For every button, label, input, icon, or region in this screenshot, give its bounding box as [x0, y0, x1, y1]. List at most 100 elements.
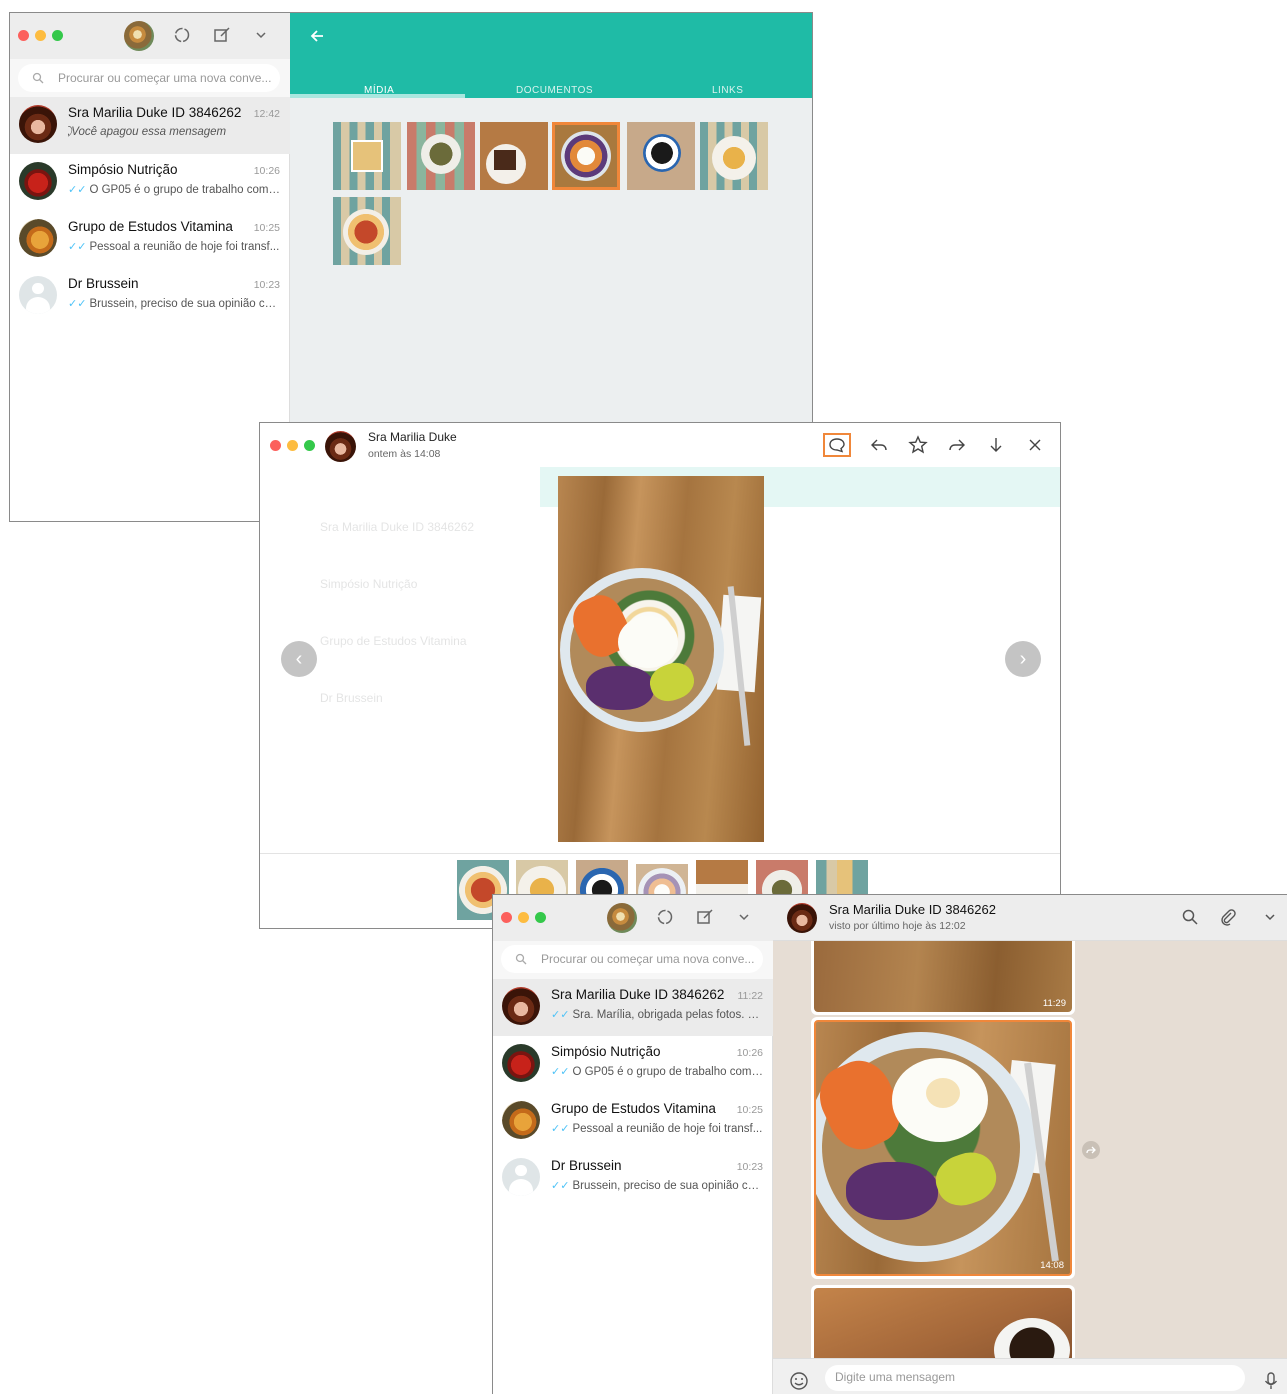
chat-list-item[interactable]: Sra Marilia Duke ID 3846262 12:42 ⃠ Você…	[10, 97, 290, 154]
next-button[interactable]: ›	[1005, 641, 1041, 677]
image-message[interactable]: 11:29	[811, 941, 1075, 1015]
close-window-button[interactable]	[270, 440, 281, 451]
chat-time: 10:25	[253, 222, 280, 234]
maximize-window-button[interactable]	[535, 912, 546, 923]
chat-list-item[interactable]: Grupo de Estudos Vitamina 10:25 ✓✓ Pessoa…	[10, 211, 290, 268]
tab-links[interactable]: LINKS	[712, 85, 743, 96]
contact-avatar[interactable]	[325, 431, 356, 462]
double-check-icon: ✓✓	[68, 298, 87, 310]
my-avatar[interactable]	[607, 903, 637, 933]
chevron-down-icon[interactable]	[1262, 909, 1278, 925]
search-icon	[515, 953, 527, 965]
conversation-panel: Sra Marilia Duke ID 3846262 visto por úl…	[773, 895, 1287, 1394]
tab-documents[interactable]: DOCUMENTOS	[516, 85, 593, 96]
message-input[interactable]: Digite uma mensagem	[825, 1365, 1245, 1391]
window-controls[interactable]	[18, 30, 63, 41]
window-chat: Procurar ou começar uma nova conve... Sr…	[492, 894, 1287, 1394]
chat-name: Dr Brussein	[551, 1158, 622, 1173]
chat-name: Dr Brussein	[68, 276, 139, 291]
window-controls[interactable]	[501, 912, 546, 923]
my-avatar[interactable]	[124, 21, 154, 51]
viewer-divider	[260, 853, 1060, 854]
viewer-contact-name: Sra Marilia Duke	[368, 430, 457, 444]
search-input[interactable]: Procurar ou começar uma nova conve...	[501, 945, 763, 973]
viewer-toolbar	[823, 433, 1046, 457]
message-input-placeholder: Digite uma mensagem	[835, 1370, 956, 1384]
new-chat-icon[interactable]	[212, 25, 232, 45]
status-icon[interactable]	[172, 25, 192, 45]
forward-icon[interactable]	[946, 434, 968, 456]
avatar	[19, 219, 57, 257]
minimize-window-button[interactable]	[287, 440, 298, 451]
image-message[interactable]	[811, 1285, 1075, 1359]
close-icon[interactable]	[1024, 434, 1046, 456]
download-icon[interactable]	[985, 434, 1007, 456]
maximize-window-button[interactable]	[304, 440, 315, 451]
minimize-window-button[interactable]	[518, 912, 529, 923]
paperclip-icon[interactable]	[1219, 908, 1237, 926]
back-arrow-icon[interactable]	[308, 27, 326, 45]
star-icon[interactable]	[907, 434, 929, 456]
avatar	[19, 162, 57, 200]
media-thumbnail[interactable]	[333, 122, 401, 190]
maximize-window-button[interactable]	[52, 30, 63, 41]
chevron-down-icon[interactable]	[253, 27, 269, 43]
emoji-icon[interactable]	[789, 1371, 809, 1391]
double-check-icon: ✓✓	[551, 1180, 570, 1192]
image-message[interactable]: 14:08	[811, 1017, 1075, 1279]
window-controls[interactable]	[270, 440, 315, 451]
media-thumbnail[interactable]	[407, 122, 475, 190]
chat-time: 10:23	[253, 279, 280, 291]
chat-preview-text: Sra. Marília, obrigada pelas fotos. E...	[572, 1009, 763, 1021]
search-input[interactable]: Procurar ou começar uma nova conve...	[18, 64, 280, 92]
window-media-viewer: Sra Marilia Duke ontem às 14:08 Sra Mari…	[259, 422, 1061, 929]
previous-button[interactable]: ‹	[281, 641, 317, 677]
media-thumbnail[interactable]	[700, 122, 768, 190]
search-icon[interactable]	[1181, 908, 1199, 926]
microphone-icon[interactable]	[1263, 1371, 1279, 1391]
left-panel: Procurar ou começar uma nova conve... Sr…	[493, 895, 773, 1394]
message-time: 11:29	[1042, 998, 1066, 1009]
chat-preview-text: Brussein, preciso de sua opinião co...	[89, 298, 280, 310]
comment-icon[interactable]	[823, 433, 851, 457]
chat-list-item[interactable]: Dr Brussein 10:23 ✓✓ Brussein, preciso de…	[493, 1150, 773, 1207]
chat-list-item[interactable]: Simpósio Nutrição 10:26 ✓✓ O GP05 é o gru…	[493, 1036, 773, 1093]
left-panel: Procurar ou começar uma nova conve... Sr…	[10, 13, 290, 521]
double-check-icon: ✓✓	[68, 184, 87, 196]
chat-preview: ✓✓ Pessoal a reunião de hoje foi transf..…	[68, 240, 280, 253]
chat-name: Grupo de Estudos Vitamina	[68, 219, 233, 234]
chat-time: 12:42	[253, 108, 280, 120]
forward-message-icon[interactable]	[1082, 1141, 1100, 1159]
chevron-down-icon[interactable]	[736, 909, 752, 925]
chat-time: 11:22	[737, 990, 764, 1002]
avatar	[502, 1158, 540, 1196]
chat-name: Sra Marilia Duke ID 3846262	[68, 105, 242, 120]
last-seen-status: visto por último hoje às 12:02	[829, 920, 966, 932]
ghost-text: Sra Marilia Duke ID 3846262	[320, 520, 475, 534]
minimize-window-button[interactable]	[35, 30, 46, 41]
media-thumbnail[interactable]	[333, 197, 401, 265]
ghost-text: Simpósio Nutrição	[320, 577, 418, 591]
status-icon[interactable]	[655, 907, 675, 927]
media-thumbnail[interactable]	[480, 122, 548, 190]
new-chat-icon[interactable]	[695, 907, 715, 927]
media-thumbnail[interactable]	[627, 122, 695, 190]
avatar	[502, 1101, 540, 1139]
close-window-button[interactable]	[18, 30, 29, 41]
contact-avatar[interactable]	[787, 903, 817, 933]
message-time: 14:08	[1040, 1260, 1064, 1271]
tab-active-indicator	[290, 94, 465, 98]
chat-list-item[interactable]: Grupo de Estudos Vitamina 10:25 ✓✓ Pessoa…	[493, 1093, 773, 1150]
search-icon	[32, 72, 44, 84]
chat-list-item[interactable]: Simpósio Nutrição 10:26 ✓✓ O GP05 é o gru…	[10, 154, 290, 211]
conversation-title[interactable]: Sra Marilia Duke ID 3846262	[829, 902, 996, 917]
chat-list-item[interactable]: Sra Marilia Duke ID 3846262 11:22 ✓✓ Sra.…	[493, 979, 773, 1036]
reply-icon[interactable]	[868, 434, 890, 456]
media-thumbnail[interactable]	[552, 122, 620, 190]
message-photo	[814, 1288, 1072, 1359]
chat-list-item[interactable]: Dr Brussein 10:23 ✓✓ Brussein, preciso de…	[10, 268, 290, 325]
chat-preview: ✓✓ Sra. Marília, obrigada pelas fotos. E.…	[551, 1008, 763, 1021]
close-window-button[interactable]	[501, 912, 512, 923]
chat-time: 10:25	[736, 1104, 763, 1116]
chat-time: 10:26	[253, 165, 280, 177]
